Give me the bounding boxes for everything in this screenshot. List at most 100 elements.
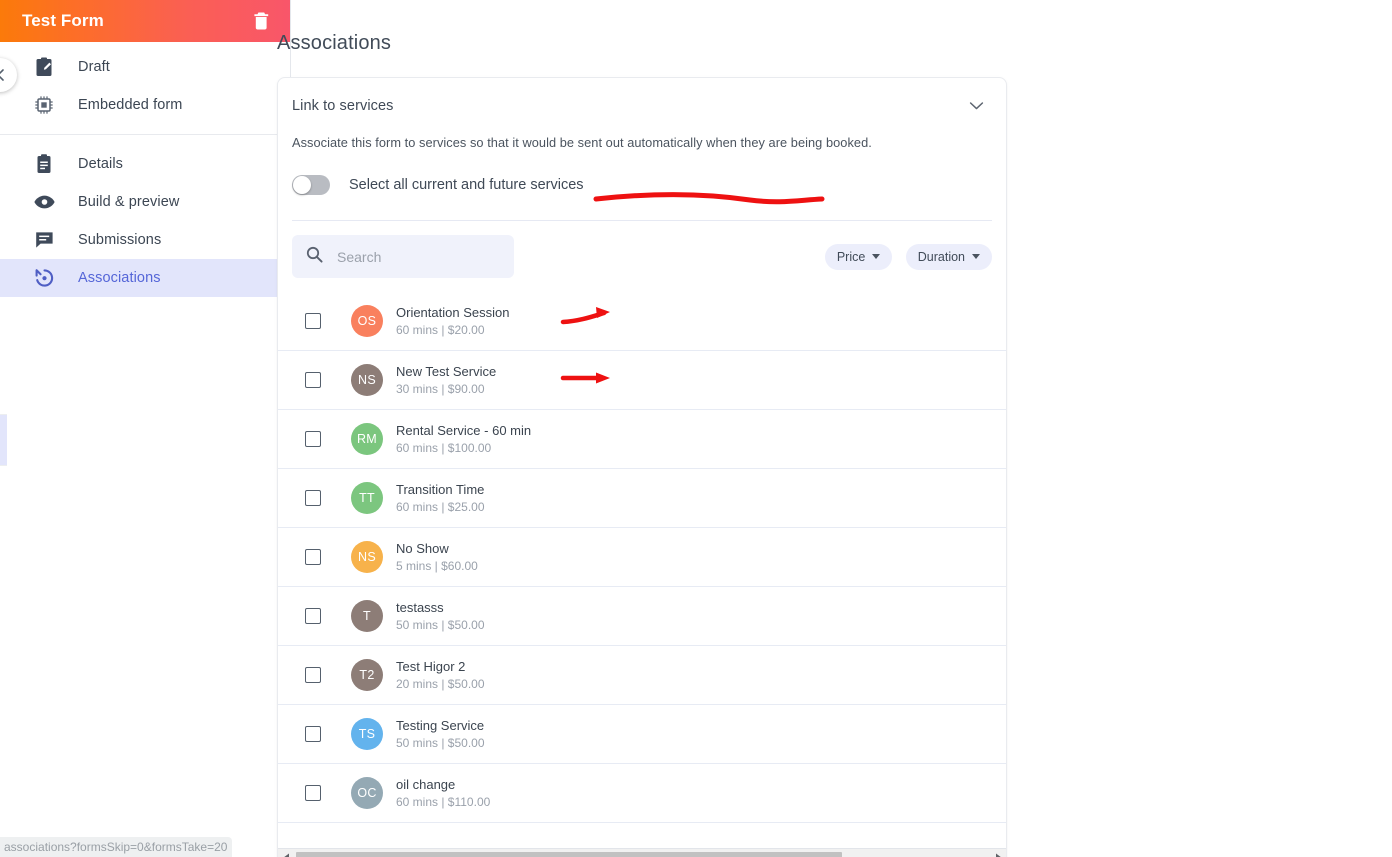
service-row[interactable]: TT Transition Time 60 mins | $25.00 (278, 469, 1006, 528)
scroll-left-arrow-icon[interactable] (278, 849, 294, 857)
service-text: Rental Service - 60 min 60 mins | $100.00 (396, 423, 531, 456)
avatar: OS (351, 305, 383, 337)
service-text: oil change 60 mins | $110.00 (396, 777, 490, 810)
service-row[interactable]: T2 Test Higor 2 20 mins | $50.00 (278, 646, 1006, 705)
form-title: Test Form (22, 11, 104, 30)
search-placeholder: Search (337, 248, 382, 265)
service-name: Orientation Session (396, 304, 510, 320)
service-checkbox[interactable] (305, 608, 321, 624)
browser-status-bar: associations?formsSkip=0&formsTake=20 (0, 837, 232, 857)
service-checkbox[interactable] (305, 667, 321, 683)
eye-icon (32, 190, 56, 214)
service-meta: 50 mins | $50.00 (396, 735, 485, 750)
service-name: Rental Service - 60 min (396, 422, 532, 438)
offscreen-panel-edge (0, 414, 7, 466)
service-text: Orientation Session 60 mins | $20.00 (396, 305, 509, 338)
panel-description: Associate this form to services so that … (292, 135, 872, 150)
sidebar-item-submissions[interactable]: Submissions (0, 221, 290, 259)
sidebar-item-label: Details (78, 156, 124, 172)
service-name: oil change (396, 776, 456, 792)
comment-icon (32, 228, 56, 252)
service-meta: 5 mins | $60.00 (396, 558, 478, 573)
link-to-services-panel: Link to services Associate this form to … (277, 77, 1007, 857)
service-meta: 60 mins | $25.00 (396, 499, 485, 514)
draft-edit-icon (32, 55, 56, 79)
scroll-right-arrow-icon[interactable] (990, 849, 1006, 857)
service-meta: 50 mins | $50.00 (396, 617, 485, 632)
divider (292, 220, 992, 221)
caret-down-icon (972, 254, 980, 259)
service-row[interactable]: NS No Show 5 mins | $60.00 (278, 528, 1006, 587)
service-row[interactable]: RM Rental Service - 60 min 60 mins | $100.… (278, 410, 1006, 469)
service-meta: 60 mins | $20.00 (396, 322, 485, 337)
select-all-toggle-label: Select all current and future services (349, 177, 584, 193)
service-name: No Show (396, 540, 449, 556)
service-checkbox[interactable] (305, 431, 321, 447)
avatar: T2 (351, 659, 383, 691)
duration-filter-label: Duration (917, 249, 965, 264)
panel-title: Link to services (292, 97, 394, 114)
price-filter-button[interactable]: Price (824, 243, 893, 270)
service-meta: 60 mins | $110.00 (396, 794, 491, 809)
service-checkbox[interactable] (305, 313, 321, 329)
scrollbar-thumb[interactable] (296, 851, 842, 857)
sidebar-item-draft[interactable]: Draft (0, 48, 290, 86)
toggle-knob (293, 176, 311, 194)
search-icon (306, 246, 323, 268)
history-restore-icon (32, 266, 56, 290)
filter-chips: Price Duration (816, 243, 992, 270)
avatar: TS (351, 718, 383, 750)
panel-header: Link to services (278, 78, 1006, 133)
sidebar-item-build-preview[interactable]: Build & preview (0, 183, 290, 221)
sidebar-group-primary: Draft Embedded form (0, 42, 290, 135)
sidebar-header: Test Form (0, 0, 290, 42)
service-checkbox[interactable] (305, 726, 321, 742)
sidebar-item-label: Associations (78, 270, 161, 286)
avatar: RM (351, 423, 383, 455)
sidebar-item-label: Embedded form (78, 97, 183, 113)
service-checkbox[interactable] (305, 549, 321, 565)
service-name: Transition Time (396, 481, 485, 497)
service-checkbox[interactable] (305, 785, 321, 801)
embed-chip-icon (32, 93, 56, 117)
price-filter-label: Price (836, 249, 866, 264)
trash-icon[interactable] (250, 10, 272, 32)
service-text: Transition Time 60 mins | $25.00 (396, 482, 485, 515)
service-text: Test Higor 2 20 mins | $50.00 (396, 659, 485, 692)
service-meta: 20 mins | $50.00 (396, 676, 485, 691)
service-checkbox[interactable] (305, 372, 321, 388)
chevron-left-icon (0, 69, 4, 81)
sidebar-item-label: Draft (78, 59, 110, 75)
service-name: New Test Service (396, 363, 497, 379)
service-name: Test Higor 2 (396, 658, 466, 674)
service-row[interactable]: NS New Test Service 30 mins | $90.00 (278, 351, 1006, 410)
avatar: T (351, 600, 383, 632)
service-name: Testing Service (396, 717, 485, 733)
horizontal-scrollbar[interactable] (278, 848, 1006, 857)
avatar: TT (351, 482, 383, 514)
avatar: NS (351, 541, 383, 573)
service-meta: 60 mins | $100.00 (396, 440, 492, 455)
sidebar-item-label: Submissions (78, 232, 162, 248)
service-text: Testing Service 50 mins | $50.00 (396, 718, 485, 751)
filter-row: Search Price Duration (278, 235, 1006, 278)
sidebar-item-associations[interactable]: Associations (0, 259, 290, 297)
sidebar-item-embedded-form[interactable]: Embedded form (0, 86, 290, 124)
search-input[interactable]: Search (292, 235, 514, 278)
chevron-down-icon[interactable] (969, 101, 984, 111)
caret-down-icon (872, 254, 881, 259)
service-row[interactable]: OS Orientation Session 60 mins | $20.00 (278, 292, 1006, 351)
page-title: Associations (277, 32, 392, 54)
avatar: OC (351, 777, 383, 809)
service-row[interactable]: TS Testing Service 50 mins | $50.00 (278, 705, 1006, 764)
duration-filter-button[interactable]: Duration (905, 243, 992, 270)
select-all-toggle-row: Select all current and future services (278, 172, 1006, 198)
service-row[interactable]: OC oil change 60 mins | $110.00 (278, 764, 1006, 823)
service-checkbox[interactable] (305, 490, 321, 506)
avatar: NS (351, 364, 383, 396)
service-row[interactable]: Ttestasss 50 mins | $50.00 (278, 587, 1006, 646)
sidebar-item-label: Build & preview (78, 194, 180, 210)
sidebar-item-details[interactable]: Details (0, 145, 290, 183)
select-all-toggle[interactable] (292, 175, 330, 195)
service-list: OS Orientation Session 60 mins | $20.00 NS N… (278, 292, 1006, 823)
